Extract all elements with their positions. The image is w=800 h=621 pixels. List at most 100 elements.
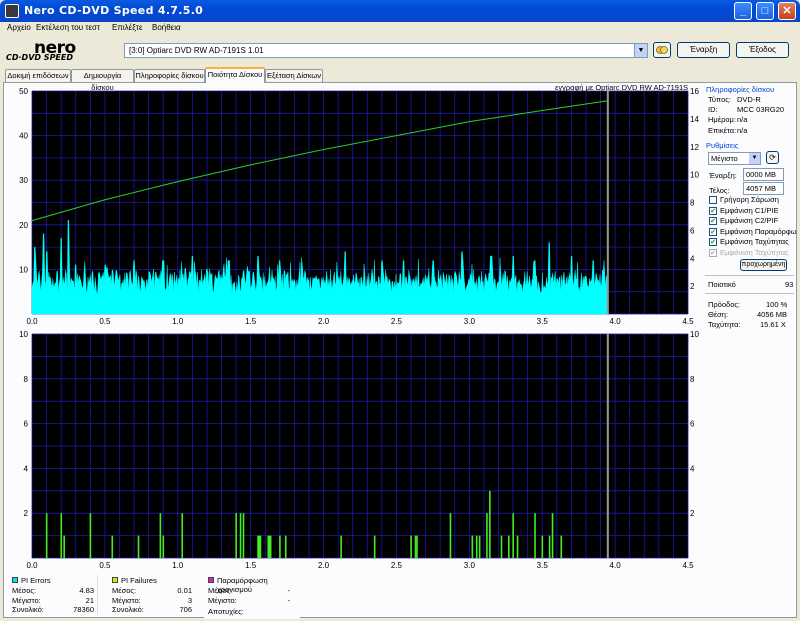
pi-failure-bar (181, 513, 184, 558)
pi-failure-bar (60, 513, 63, 558)
x-tick-label: 1.0 (172, 561, 184, 570)
start-button[interactable]: Έναρξη (677, 42, 730, 58)
checkbox[interactable] (709, 196, 717, 204)
x-tick-label: 3.5 (537, 317, 549, 326)
chevron-down-icon[interactable]: ▼ (749, 153, 760, 164)
drive-select[interactable]: [3:0] Optiarc DVD RW AD-7191S 1.01 ▼ (124, 43, 648, 58)
y-left-tick-label: 2 (24, 509, 29, 518)
title-bar[interactable]: Nero CD-DVD Speed 4.7.5.0 _ □ ✕ (0, 0, 800, 22)
window-title: Nero CD-DVD Speed 4.7.5.0 (24, 4, 204, 17)
tab-benchmark[interactable]: Δοκιμή επιδόσεων (5, 69, 71, 82)
disc-info-title: Πληροφορίες δίσκου (706, 85, 775, 94)
close-button[interactable]: ✕ (778, 2, 796, 20)
y-right-tick-label: 10 (690, 171, 699, 180)
top-chart: 0.0 0.5 1.0 1.5 2.0 2.5 3.0 3.5 4.0 4.5 10 20 30 40 50… (19, 87, 699, 326)
tab-disc-scan[interactable]: Εξέταση Δίσκων (265, 69, 323, 82)
disc-date-label: Ημέρομ: (708, 115, 736, 124)
tab-disc-info[interactable]: Πληροφορίες δίσκου (134, 69, 205, 82)
checkbox: ✔ (709, 248, 717, 257)
menu-options[interactable]: Επιλέξτε (112, 23, 143, 32)
pi-failure-bar (89, 513, 92, 558)
pi-errors-max-value: 21 (85, 596, 94, 605)
charts-area: 0.0 0.5 1.0 1.5 2.0 2.5 3.0 3.5 4.0 4.5 10 20 30 40 50… (19, 87, 699, 570)
x-tick-label: 4.0 (610, 317, 622, 326)
x-tick-label: 2.5 (391, 561, 403, 570)
disc-id-label: ID: (708, 105, 718, 114)
refresh-button[interactable]: ⟳ (766, 151, 779, 164)
pi-failure-bar (534, 513, 536, 558)
start-pos-input[interactable]: 0000 MB (743, 168, 784, 181)
pi-failure-bar (560, 535, 563, 558)
pi-failures-title: PI Failures (121, 576, 157, 585)
speed-select[interactable]: Μέγιστο ▼ (708, 152, 761, 165)
x-tick-label: 3.0 (464, 317, 476, 326)
maximize-button[interactable]: □ (756, 2, 774, 20)
x-tick-label: 2.0 (318, 561, 330, 570)
y-left-tick-label: 40 (19, 132, 28, 141)
y-left-tick-label: 6 (24, 420, 29, 429)
drive-select-value: [3:0] Optiarc DVD RW AD-7191S 1.01 (129, 46, 264, 55)
y-right-tick-label: 14 (690, 115, 699, 124)
checkbox-label: Γρήγορη Σάρωση (720, 195, 779, 204)
y-right-tick-label: 4 (690, 464, 695, 473)
checkbox[interactable]: ✔ (709, 238, 717, 246)
checkbox-list: Γρήγορη Σάρωση ✔ Εμφάνιση C1/PIE ✔ Εμφάνιση … (709, 195, 797, 257)
pi-errors-legend: PI Errors Μέσος: 4.83 Μέγιστο: 21 Συνολι… (8, 575, 98, 615)
bottom-chart: 0.0 0.5 1.0 1.5 2.0 2.5 3.0 3.5 4.0 4.5 2 4 6 8 10 2 4 6 8… (19, 330, 699, 570)
pi-failures-avg-value: 0.01 (177, 586, 192, 595)
pi-errors-avg-value: 4.83 (79, 586, 94, 595)
jitter-legend: Παραμόρφωση χρονισμού Μέσος: - Μέγιστο: … (204, 575, 300, 619)
y-right-tick-label: 4 (690, 254, 695, 263)
tab-disc-quality[interactable]: Ποιότητα Δίσκου (205, 67, 265, 83)
end-pos-label: Τέλος: (709, 186, 730, 195)
pi-failure-bar (373, 535, 376, 558)
y-left-tick-label: 50 (19, 87, 28, 96)
menu-bar: Αρχείο Εκτέλεση του τεστ Επιλέξτε Βοήθει… (0, 22, 800, 36)
position-value: 4056 MB (757, 310, 788, 319)
checkbox[interactable]: ✔ (709, 227, 717, 236)
pi-errors-max-label: Μέγιστο: (12, 596, 41, 605)
pi-failure-bar (235, 513, 237, 558)
advanced-button[interactable]: προχωρημένη (740, 259, 787, 271)
x-tick-label: 3.0 (464, 561, 476, 570)
x-tick-label: 0.0 (26, 317, 38, 326)
x-tick-label: 0.5 (99, 561, 111, 570)
x-tick-label: 0.0 (26, 561, 38, 570)
pi-failure-bar (516, 535, 519, 558)
checkbox[interactable]: ✔ (709, 206, 717, 215)
pi-failure-bar (45, 513, 48, 558)
jitter-avg-label: Μέσος: (208, 586, 233, 595)
exit-button[interactable]: Έξοδος (736, 42, 789, 58)
y-left-tick-label: 10 (19, 330, 28, 339)
pi-failure-bar (449, 513, 452, 558)
chevron-down-icon[interactable]: ▼ (634, 44, 647, 57)
pi-failure-bar (111, 535, 114, 558)
minimize-button[interactable]: _ (734, 2, 752, 20)
pi-failure-bar (475, 535, 478, 558)
progress-label: Πρόοδος: (708, 300, 741, 309)
x-tick-label: 0.5 (99, 317, 111, 326)
jitter-swatch (208, 577, 214, 583)
divider (705, 293, 794, 294)
quality-value: 93 (785, 280, 794, 289)
pi-failure-bar (279, 535, 281, 558)
menu-help[interactable]: Βοήθεια (152, 23, 181, 32)
eject-button[interactable] (653, 42, 671, 58)
end-pos-input[interactable]: 4057 MB (743, 182, 784, 195)
tab-create-disc[interactable]: Δημιουργία δίσκου (71, 69, 134, 92)
menu-run-test[interactable]: Εκτέλεση του τεστ (36, 23, 100, 32)
checkbox-label: Εμφάνιση Παραμόρφω (720, 226, 797, 236)
pi-failure-bar (489, 490, 491, 558)
quality-label: Ποιοτικό (708, 280, 736, 289)
jitter-avg-value: - (287, 586, 291, 595)
pi-failure-bar (257, 535, 262, 558)
pi-failure-bar (512, 513, 514, 558)
menu-file[interactable]: Αρχείο (7, 23, 31, 32)
y-right-tick-label: 8 (690, 375, 695, 384)
jitter-max-value: - (287, 596, 291, 605)
x-tick-label: 1.0 (172, 317, 184, 326)
checkbox[interactable]: ✔ (709, 217, 717, 225)
pi-failure-bar (162, 535, 165, 558)
x-tick-label: 3.5 (537, 561, 549, 570)
pi-failure-bar (284, 535, 287, 558)
